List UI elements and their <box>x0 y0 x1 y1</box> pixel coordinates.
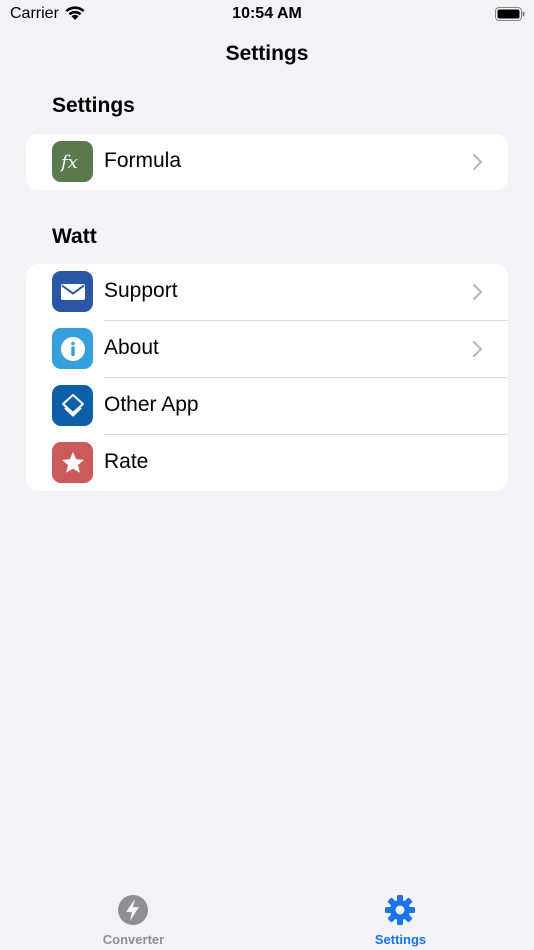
gear-icon <box>385 895 415 925</box>
envelope-icon <box>52 271 93 312</box>
section-header-settings: Settings <box>52 94 135 117</box>
bolt-icon <box>118 895 148 925</box>
row-support-label: Support <box>104 279 178 302</box>
row-rate-label: Rate <box>104 450 149 473</box>
row-other-app-label: Other App <box>104 393 199 416</box>
svg-text:fx: fx <box>60 152 78 173</box>
tab-settings[interactable]: Settings <box>267 884 534 950</box>
tab-converter[interactable]: Converter <box>0 884 267 950</box>
row-about-label: About <box>104 336 159 359</box>
settings-group: fx Formula <box>26 134 508 190</box>
watt-group: Support About Other App Rate <box>26 264 508 491</box>
page-title: Settings <box>225 42 309 65</box>
status-bar: Carrier 10:54 AM <box>0 0 534 30</box>
row-formula[interactable]: fx Formula <box>26 134 508 190</box>
battery-icon <box>495 7 525 21</box>
tab-bar: Converter Settings <box>0 884 534 950</box>
function-icon: fx <box>52 141 93 182</box>
info-icon <box>52 328 93 369</box>
chevron-right-icon <box>472 153 483 171</box>
star-icon <box>52 442 93 483</box>
tab-settings-label: Settings <box>374 932 427 947</box>
row-support[interactable]: Support <box>26 264 508 321</box>
chevron-right-icon <box>472 283 483 301</box>
layers-icon <box>52 385 93 426</box>
section-header-watt: Watt <box>52 225 97 248</box>
tab-converter-label: Converter <box>102 932 165 947</box>
chevron-right-icon <box>472 340 483 358</box>
row-about[interactable]: About <box>26 321 508 378</box>
clock: 10:54 AM <box>232 5 302 22</box>
row-formula-label: Formula <box>104 149 182 172</box>
row-rate[interactable]: Rate <box>26 435 508 491</box>
row-other-app[interactable]: Other App <box>26 378 508 435</box>
